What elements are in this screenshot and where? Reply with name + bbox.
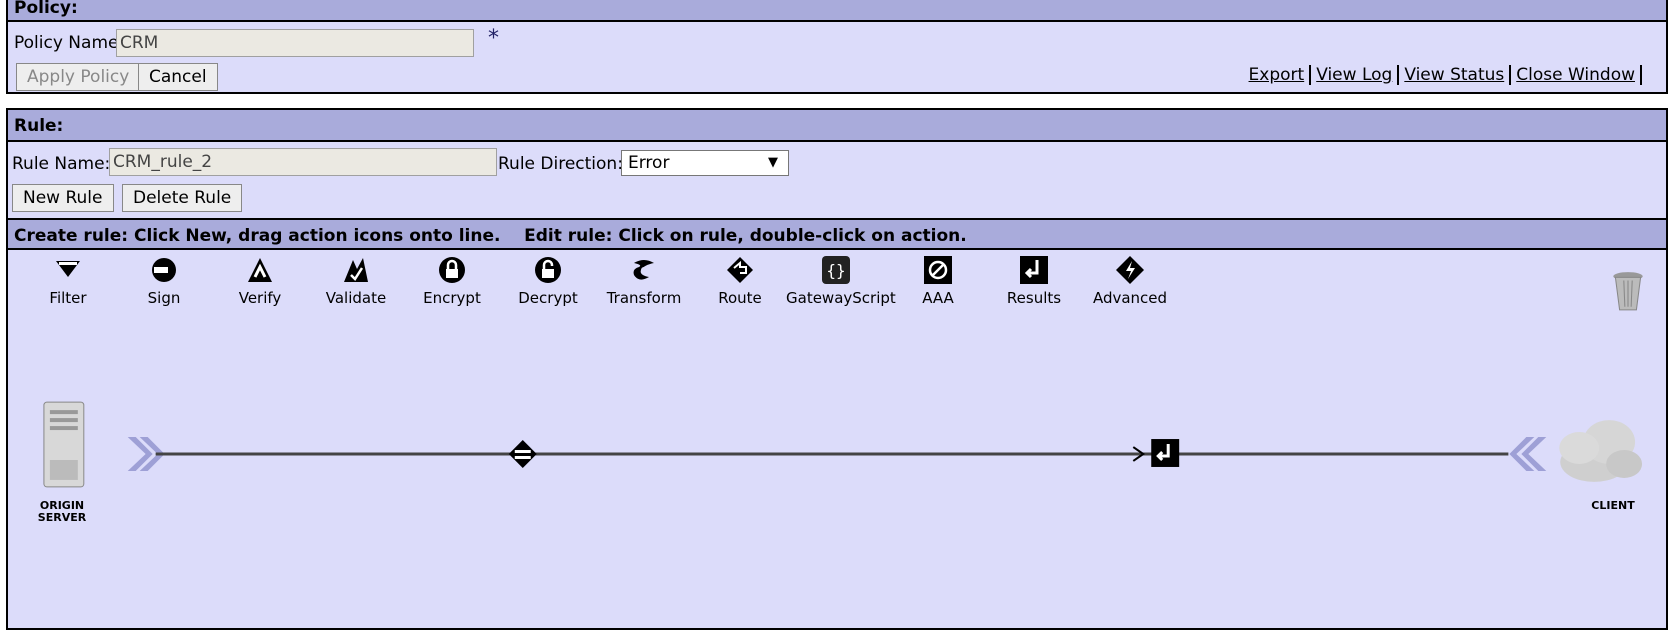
tool-transform[interactable]: Transform <box>594 255 694 307</box>
tool-verify[interactable]: Verify <box>210 255 310 307</box>
tool-aaa[interactable]: AAA <box>888 255 988 307</box>
close-window-link[interactable]: Close Window <box>1513 65 1638 85</box>
origin-server-icon <box>43 401 85 488</box>
policy-section: Policy: Policy Name: CRM * Apply Policy … <box>6 0 1668 94</box>
client-label: CLIENT <box>1591 499 1635 512</box>
tool-label: Advanced <box>1092 289 1168 307</box>
transform-icon <box>633 260 654 280</box>
dropdown-arrow-icon: ▼ <box>768 155 778 170</box>
origin-server-label: ORIGIN SERVER <box>32 500 92 524</box>
aaa-icon <box>924 256 952 284</box>
rule-line-canvas <box>43 401 1643 488</box>
results-icon <box>1020 256 1048 284</box>
tool-gatewayscript[interactable]: {} GatewayScript <box>786 255 896 307</box>
tool-label: Decrypt <box>518 289 578 307</box>
tool-label: GatewayScript <box>786 289 896 307</box>
policy-links: Export View Log View Status Close Window <box>1246 65 1644 85</box>
validate-icon <box>344 258 368 282</box>
cancel-button[interactable]: Cancel <box>138 63 218 91</box>
rule-header: Rule: <box>8 110 1666 142</box>
policy-name-label: Policy Name: <box>14 33 125 53</box>
tool-results[interactable]: Results <box>984 255 1084 307</box>
tool-label: AAA <box>922 289 954 307</box>
tool-label: Results <box>1006 289 1062 307</box>
action-palette: Filter Sign Verify Validate Encrypt Decr… <box>8 255 1208 335</box>
rule-direction-select[interactable]: Error ▼ <box>621 150 789 176</box>
tool-label: Sign <box>147 289 181 307</box>
link-divider <box>1640 65 1642 85</box>
filter-icon <box>56 261 80 277</box>
rule-name-input[interactable]: CRM_rule_2 <box>109 148 497 176</box>
rule-direction-value: Error <box>628 153 670 173</box>
policy-name-input[interactable]: CRM <box>116 29 474 57</box>
filter-action-node[interactable] <box>508 440 537 468</box>
tool-label: Filter <box>49 289 87 307</box>
editor-instructions: Create rule: Click New, drag action icon… <box>8 218 1666 250</box>
tool-filter[interactable]: Filter <box>18 255 118 307</box>
tool-advanced[interactable]: Advanced <box>1080 255 1180 307</box>
tool-sign[interactable]: Sign <box>114 255 214 307</box>
view-log-link[interactable]: View Log <box>1313 65 1395 85</box>
policy-header: Policy: <box>8 0 1666 22</box>
tool-encrypt[interactable]: Encrypt <box>402 255 502 307</box>
link-divider <box>1397 65 1400 85</box>
tool-label: Transform <box>606 289 682 307</box>
route-icon <box>727 257 753 283</box>
tool-route[interactable]: Route <box>690 255 790 307</box>
view-status-link[interactable]: View Status <box>1401 65 1507 85</box>
tool-validate[interactable]: Validate <box>306 255 406 307</box>
tool-label: Verify <box>238 289 282 307</box>
gatewayscript-icon: {} <box>822 256 850 284</box>
rule-direction-label: Rule Direction: <box>498 154 623 174</box>
tool-label: Encrypt <box>423 289 481 307</box>
client-cloud-icon <box>1559 420 1643 482</box>
link-divider <box>1509 65 1512 85</box>
tool-decrypt[interactable]: Decrypt <box>498 255 598 307</box>
new-rule-button[interactable]: New Rule <box>12 184 114 212</box>
encrypt-icon <box>439 257 465 283</box>
export-link[interactable]: Export <box>1246 65 1308 85</box>
decrypt-icon <box>535 257 561 283</box>
rule-section: Rule: Rule Name: CRM_rule_2 Rule Directi… <box>6 108 1668 630</box>
delete-rule-button[interactable]: Delete Rule <box>122 184 243 212</box>
origin-label-line2: SERVER <box>37 511 87 524</box>
rule-output-chevron-icon <box>1509 437 1547 471</box>
svg-text:{}: {} <box>826 261 845 280</box>
sign-icon <box>152 258 176 282</box>
tool-label: Route <box>718 289 762 307</box>
link-divider <box>1309 65 1312 85</box>
verify-icon <box>248 258 272 282</box>
rule-name-label: Rule Name: <box>12 154 111 174</box>
tool-label: Validate <box>325 289 387 307</box>
advanced-icon <box>1116 256 1144 284</box>
required-mark: * <box>488 26 499 51</box>
trash-icon[interactable] <box>1611 270 1645 312</box>
results-action-node[interactable] <box>1151 439 1180 467</box>
apply-policy-button[interactable]: Apply Policy <box>16 63 141 91</box>
